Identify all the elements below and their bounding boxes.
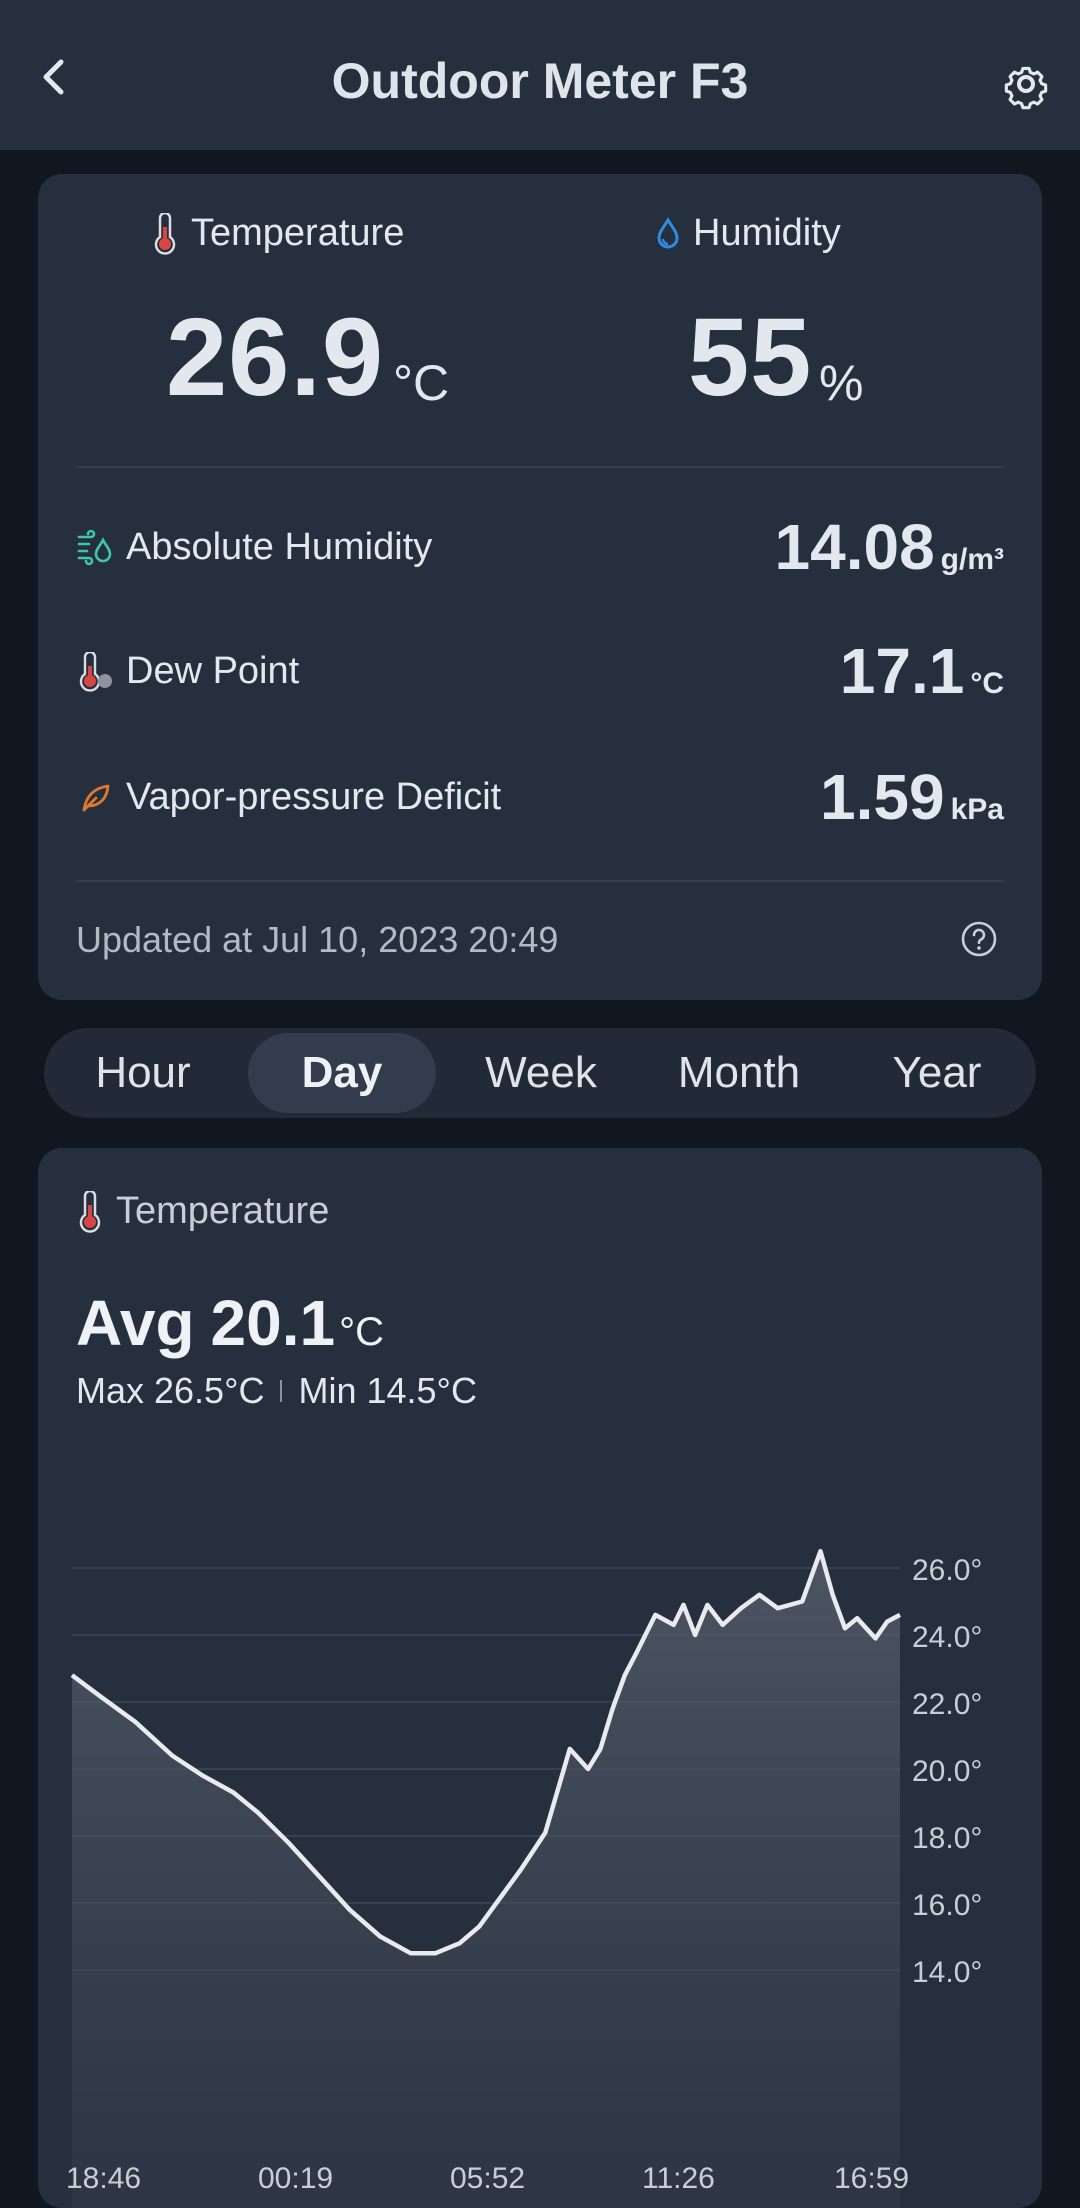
gear-icon: [1004, 66, 1048, 110]
x-tick-label: 16:59: [834, 2162, 909, 2195]
temperature-value: 26.9: [166, 296, 385, 419]
leaf-icon: [82, 784, 110, 811]
humidity-value: 55: [688, 296, 813, 419]
y-tick-label: 20.0°: [912, 1755, 982, 1788]
tab-year[interactable]: Year: [838, 1033, 1036, 1113]
vpd-value-group: 1.59 kPa: [820, 760, 1004, 834]
x-tick-label: 05:52: [450, 2162, 525, 2195]
temperature-header: Temperature: [151, 212, 404, 255]
divider-bottom: [76, 880, 1004, 882]
wind-drop-icon: [77, 529, 112, 565]
temperature-area: [72, 1551, 900, 2208]
dew-point-value: 17.1: [839, 635, 965, 707]
x-tick-label: 18:46: [66, 2162, 141, 2195]
period-tabs: Hour Day Week Month Year: [44, 1028, 1036, 1118]
dew-point-value-group: 17.1 °C: [840, 634, 1004, 708]
vpd-unit: kPa: [950, 793, 1004, 826]
x-tick-label: 11:26: [642, 2162, 715, 2195]
humidity-label: Humidity: [693, 212, 841, 254]
absolute-humidity-value: 14.08: [774, 511, 935, 583]
top-app-bar: Outdoor Meter F3: [0, 0, 1080, 150]
tab-week[interactable]: Week: [442, 1033, 640, 1113]
settings-button[interactable]: [1000, 58, 1052, 110]
water-drop-icon: [657, 216, 679, 248]
y-tick-label: 22.0°: [912, 1688, 982, 1721]
temperature-chart-card: Temperature Avg 20.1 °C Max 26.5°C Min 1…: [38, 1148, 1042, 2208]
absolute-humidity-label: Absolute Humidity: [126, 526, 433, 568]
y-tick-label: 14.0°: [912, 1956, 982, 1989]
y-tick-label: 18.0°: [912, 1822, 982, 1855]
vpd-value: 1.59: [820, 761, 945, 833]
absolute-humidity-unit: g/m³: [940, 543, 1004, 576]
temperature-label: Temperature: [191, 212, 405, 254]
tab-month[interactable]: Month: [640, 1033, 838, 1113]
y-tick-label: 16.0°: [912, 1889, 982, 1922]
question-circle-icon: [961, 921, 997, 957]
humidity-header: Humidity: [655, 212, 841, 255]
temperature-chart[interactable]: 26.0° 24.0° 22.0° 20.0° 18.0° 16.0° 14.0° 18:46…: [38, 1148, 1042, 2208]
tab-day[interactable]: Day: [248, 1033, 436, 1113]
divider-top: [76, 466, 1004, 468]
y-tick-label: 24.0°: [912, 1621, 982, 1654]
humidity-unit: %: [819, 355, 864, 411]
page-title: Outdoor Meter F3: [331, 53, 749, 109]
dew-point-unit: °C: [970, 667, 1004, 700]
tab-hour[interactable]: Hour: [44, 1033, 242, 1113]
temperature-unit: °C: [393, 355, 450, 411]
current-readings-card: Temperature 26.9 °C Humidity 55 % Absolu…: [38, 174, 1042, 1000]
dew-point-label: Dew Point: [126, 650, 300, 692]
y-tick-label: 26.0°: [912, 1554, 982, 1587]
help-button[interactable]: [960, 920, 998, 958]
absolute-humidity-value-group: 14.08 g/m³: [775, 510, 1004, 584]
absolute-humidity-label-row: Absolute Humidity: [76, 526, 432, 569]
x-tick-label: 00:19: [258, 2162, 333, 2195]
vpd-label: Vapor-pressure Deficit: [126, 776, 502, 818]
dew-point-label-row: Dew Point: [76, 650, 299, 693]
dew-point-icon: [79, 651, 112, 692]
thermometer-icon: [154, 212, 176, 255]
vpd-label-row: Vapor-pressure Deficit: [76, 776, 501, 819]
updated-timestamp: Updated at Jul 10, 2023 20:49: [76, 919, 559, 960]
